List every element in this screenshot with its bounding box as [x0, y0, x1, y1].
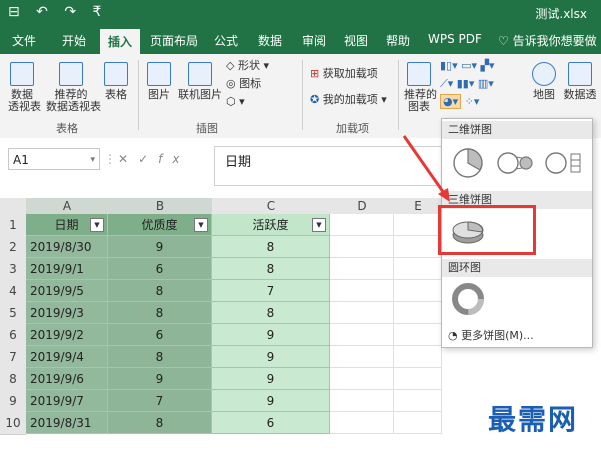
watermark-text: 最需网 [488, 403, 579, 436]
annotation-arrow [402, 135, 450, 202]
